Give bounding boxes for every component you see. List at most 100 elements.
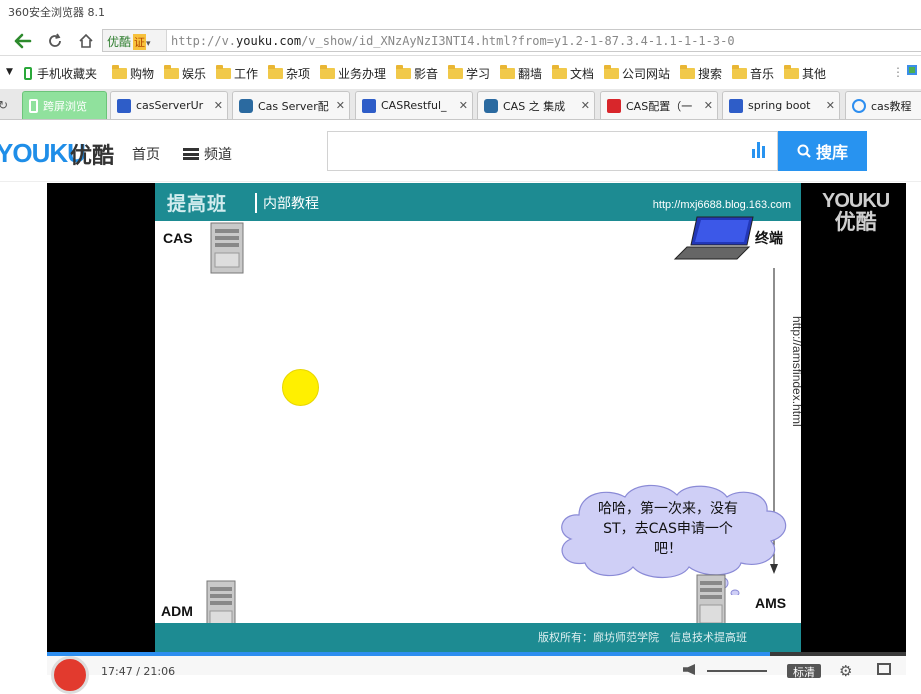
folder-icon: [320, 65, 335, 79]
close-tab-icon[interactable]: ✕: [704, 99, 713, 112]
home-icon[interactable]: [75, 30, 97, 52]
tab-cas-tutorial[interactable]: cas教程: [845, 91, 921, 119]
tab-casrestful[interactable]: CASRestful_ ✕: [355, 91, 473, 119]
bookmark-item[interactable]: 学习: [448, 65, 490, 82]
site-identity-badge[interactable]: 优酷 证▾: [103, 30, 167, 51]
folder-icon: [552, 65, 567, 79]
fullscreen-icon[interactable]: [877, 663, 891, 675]
youku-watermark: YOUKU 优酷: [822, 190, 890, 234]
back-icon[interactable]: [12, 30, 34, 52]
phone-icon: [24, 67, 32, 80]
bookmark-item[interactable]: 杂项: [268, 65, 310, 82]
folder-icon: [216, 65, 231, 79]
label-terminal: 终端: [755, 230, 783, 246]
nav-home-link[interactable]: 首页: [132, 144, 160, 164]
search-icon: [797, 144, 811, 158]
csdn-icon: [607, 98, 621, 113]
request-url: http://amsfindex.html: [790, 316, 801, 427]
menu-icon: [183, 148, 199, 160]
settings-icon[interactable]: ⚙: [839, 662, 852, 680]
volume-slider[interactable]: [707, 670, 767, 672]
navigation-bar: 优酷 证▾ http://v.youku.com/v_show/id_XNzAyN…: [0, 24, 921, 56]
bookmark-item[interactable]: 公司网站: [604, 65, 670, 82]
search-button[interactable]: 搜库: [778, 131, 867, 171]
volume-icon[interactable]: [683, 664, 695, 675]
apps-icon[interactable]: [907, 65, 917, 75]
address-bar[interactable]: 优酷 证▾ http://v.youku.com/v_show/id_XNzAyN…: [102, 29, 921, 52]
close-tab-icon[interactable]: ✕: [581, 99, 590, 112]
baidu-paw-icon: [729, 98, 743, 113]
bookmarks-bar: ▼ 手机收藏夹 购物 娱乐 工作 杂项 业务办理 影音 学习 翻墙 文档 公司网…: [0, 57, 921, 88]
bookmark-item[interactable]: 购物: [112, 65, 154, 82]
tab-scroll-icon[interactable]: ↻: [0, 98, 8, 112]
folder-icon: [268, 65, 283, 79]
slide-footer-band: 版权所有：廊坊师范学院 信息技术提高班: [155, 623, 801, 652]
close-tab-icon[interactable]: ✕: [336, 99, 345, 112]
folder-icon: [784, 65, 799, 79]
certificate-icon: 证: [133, 34, 147, 50]
youku-logo-cn[interactable]: 优酷: [70, 138, 114, 170]
cursor-highlight: [282, 369, 319, 406]
tab-strip: ↻ 跨屏浏览 casServerUr ✕ Cas Server配 ✕ CASRe…: [0, 89, 921, 120]
bookmark-item[interactable]: 搜索: [680, 65, 722, 82]
window-title: 360安全浏览器 8.1: [8, 6, 105, 19]
window-titlebar: 360安全浏览器 8.1: [0, 0, 921, 24]
video-frame: 提高班 内部教程 http://mxj6688.blog.163.com CAS…: [155, 183, 801, 652]
label-adm: ADM: [161, 603, 193, 619]
baidu-paw-icon: [117, 98, 131, 113]
label-cas: CAS: [163, 230, 193, 246]
c-logo-icon: [484, 98, 498, 113]
folder-icon: [112, 65, 127, 79]
site-name: 优酷: [107, 35, 132, 49]
video-player[interactable]: 提高班 内部教程 http://mxj6688.blog.163.com CAS…: [47, 183, 906, 652]
server-icon: [210, 222, 244, 274]
folder-icon: [680, 65, 695, 79]
bookmark-item[interactable]: 娱乐: [164, 65, 206, 82]
bookmarks-menu-icon[interactable]: ▼: [6, 67, 13, 77]
url-text[interactable]: http://v.youku.com/v_show/id_XNzAyNzI3NT…: [171, 34, 735, 48]
bookmark-item[interactable]: 翻墙: [500, 65, 542, 82]
search-input[interactable]: [327, 131, 778, 171]
nav-channel-link[interactable]: 频道: [183, 144, 232, 164]
player-controls: 17:47 / 21:06 标清 ⚙: [47, 656, 906, 694]
bookmark-item[interactable]: 工作: [216, 65, 258, 82]
tab-cas-server[interactable]: Cas Server配 ✕: [232, 91, 350, 119]
folder-icon: [732, 65, 747, 79]
folder-icon: [604, 65, 619, 79]
folder-icon: [500, 65, 515, 79]
play-button[interactable]: [51, 656, 89, 694]
slide-brand-sub: 内部教程: [255, 193, 319, 213]
bubble-text: 哈哈，第一次来，没有ST，去CAS申请一个吧！: [598, 501, 738, 557]
tab-casserverurl[interactable]: casServerUr ✕: [110, 91, 228, 119]
refresh-icon[interactable]: [44, 30, 66, 52]
tab-spring-boot[interactable]: spring boot ✕: [722, 91, 840, 119]
bookmark-item[interactable]: 影音: [396, 65, 438, 82]
more-icon[interactable]: ⋮: [892, 65, 904, 79]
time-display: 17:47 / 21:06: [101, 665, 176, 678]
bar-chart-icon[interactable]: [752, 142, 768, 158]
phone-icon: [29, 98, 38, 113]
bookmark-item[interactable]: 其他: [784, 65, 826, 82]
close-tab-icon[interactable]: ✕: [214, 99, 223, 112]
slide-brand: 提高班: [167, 193, 228, 215]
quality-button[interactable]: 标清: [787, 664, 821, 679]
bookmark-item[interactable]: 手机收藏夹: [24, 65, 97, 82]
baidu-paw-icon: [362, 98, 376, 113]
folder-icon: [448, 65, 463, 79]
close-tab-icon[interactable]: ✕: [459, 99, 468, 112]
bookmark-item[interactable]: 音乐: [732, 65, 774, 82]
bookmark-item[interactable]: 文档: [552, 65, 594, 82]
laptop-icon: [673, 216, 754, 260]
bookmark-item[interactable]: 业务办理: [320, 65, 386, 82]
youku-header: YOUKU 优酷 首页 频道 搜库: [0, 120, 921, 182]
youku-icon: [852, 98, 866, 113]
slide-copyright: 版权所有：廊坊师范学院 信息技术提高班: [538, 631, 747, 644]
tab-cas-config[interactable]: CAS配置（一 ✕: [600, 91, 718, 119]
slide-blog-url: http://mxj6688.blog.163.com: [652, 199, 791, 211]
tab-cas-integration[interactable]: CAS 之 集成 ✕: [477, 91, 595, 119]
close-tab-icon[interactable]: ✕: [826, 99, 835, 112]
c-logo-icon: [239, 98, 253, 113]
label-ams: AMS: [755, 595, 787, 611]
tab-cross-screen[interactable]: 跨屏浏览: [22, 91, 107, 119]
folder-icon: [396, 65, 411, 79]
